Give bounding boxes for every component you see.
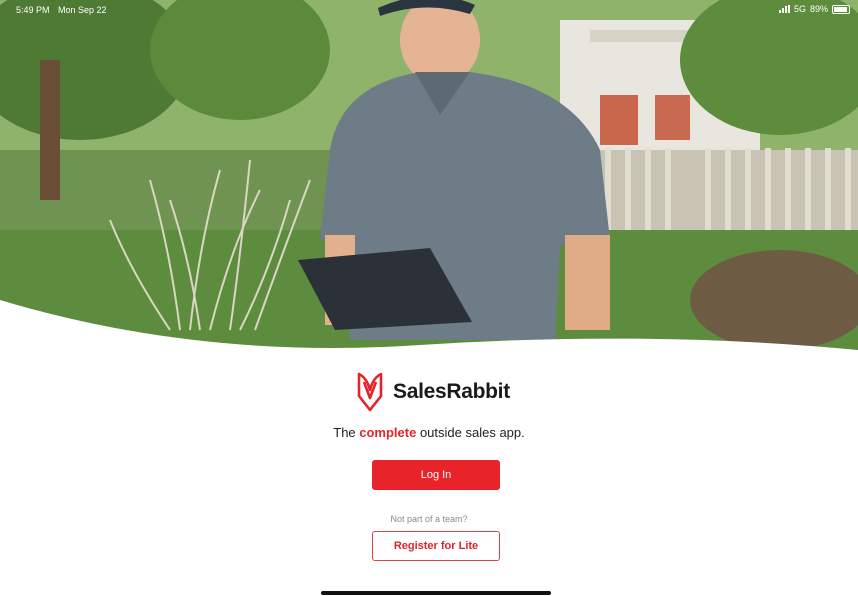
app-name: SalesRabbit (393, 380, 510, 403)
signal-icon (778, 5, 790, 13)
status-right: 5G 89% (778, 4, 850, 14)
logo-row: SalesRabbit (355, 370, 510, 414)
salesrabbit-logo-icon (357, 372, 383, 412)
status-time: 5:49 PM (16, 5, 50, 15)
no-team-text: Not part of a team? (390, 514, 468, 524)
tagline-suffix: outside sales app. (416, 425, 525, 440)
tagline-prefix: The (333, 425, 360, 440)
login-button[interactable]: Log In (372, 460, 500, 490)
battery-icon (832, 4, 850, 14)
tagline-accent: complete (359, 425, 417, 440)
status-date: Mon Sep 22 (58, 5, 107, 15)
register-lite-button[interactable]: Register for Lite (372, 531, 500, 561)
salesperson-with-tablet-photo (0, 0, 858, 372)
status-bar: 5:49 PM Mon Sep 22 5G 89% (0, 0, 858, 18)
hero-photo (0, 0, 858, 372)
network-label: 5G (793, 4, 806, 14)
home-indicator (321, 591, 551, 595)
tagline: The complete outside sales app. (0, 425, 858, 440)
battery-label: 89% (809, 4, 828, 14)
